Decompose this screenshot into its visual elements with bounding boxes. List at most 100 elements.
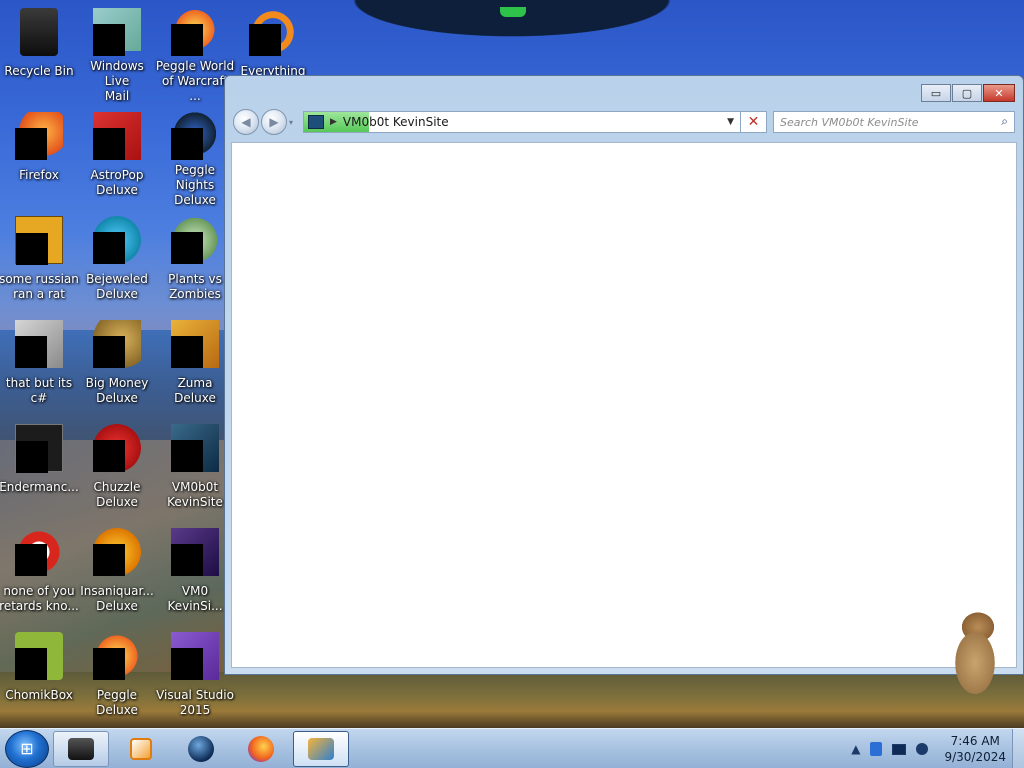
desktop-icon-plants-vs-zombies[interactable]: Plants vs Zombies bbox=[156, 212, 234, 312]
desktop-icon-label: Endermanc... bbox=[0, 480, 79, 494]
recent-pages-dropdown[interactable]: ▾ bbox=[289, 118, 301, 127]
desktop-icon-vm0b0t-kevinsite[interactable]: VM0b0t KevinSite bbox=[156, 420, 234, 520]
hamster-gadget[interactable] bbox=[940, 605, 1010, 707]
redaction-mask bbox=[16, 233, 48, 265]
desktop-icon-some-russian-ran-a-rat[interactable]: some russian ran a rat bbox=[0, 212, 79, 312]
desktop-icon-endermanc[interactable]: Endermanc... bbox=[0, 420, 79, 520]
back-button[interactable]: ◀ bbox=[233, 109, 259, 135]
redaction-mask bbox=[93, 24, 125, 56]
redaction-mask bbox=[93, 440, 125, 472]
desktop-icon-label: Plants vs Zombies bbox=[168, 272, 222, 301]
redaction-mask bbox=[171, 128, 203, 160]
redaction-mask bbox=[93, 336, 125, 368]
redaction-mask bbox=[15, 544, 47, 576]
volume-icon[interactable] bbox=[916, 743, 929, 755]
show-desktop-button[interactable] bbox=[1012, 729, 1024, 768]
vm-icon bbox=[171, 424, 219, 472]
firefox-icon bbox=[248, 735, 274, 762]
desktop-icon-zuma[interactable]: Zuma Deluxe bbox=[156, 316, 234, 416]
redaction-mask bbox=[249, 24, 281, 56]
redaction-mask bbox=[93, 232, 125, 264]
redaction-mask bbox=[15, 648, 47, 680]
forward-arrow-icon: ▶ bbox=[269, 115, 279, 129]
forward-button[interactable]: ▶ bbox=[261, 109, 287, 135]
desktop-icon-visual-studio-2015[interactable]: Visual Studio 2015 bbox=[156, 628, 234, 728]
desktop-icon-peggle-world-of-warcraft[interactable]: Peggle World of Warcraft ... bbox=[156, 4, 234, 104]
chomikbox-icon bbox=[15, 632, 63, 680]
search-box[interactable]: ⌕ bbox=[773, 111, 1015, 133]
mail-icon bbox=[93, 8, 141, 56]
redaction-mask bbox=[15, 336, 47, 368]
desktop-icon-peggle-deluxe[interactable]: Peggle Deluxe bbox=[78, 628, 156, 728]
desktop-icon-astropop[interactable]: AstroPop Deluxe bbox=[78, 108, 156, 208]
desktop-icon-bejeweled[interactable]: Bejeweled Deluxe bbox=[78, 212, 156, 312]
search-icon[interactable]: ⌕ bbox=[1001, 114, 1008, 129]
desktop-icon-label: Big Money Deluxe bbox=[85, 376, 149, 405]
close-button[interactable]: ✕ bbox=[983, 84, 1015, 102]
redaction-mask bbox=[171, 232, 203, 264]
show-hidden-icons-button[interactable]: ▲ bbox=[851, 742, 860, 756]
desktop-icon-label: VM0 KevinSi... bbox=[167, 584, 223, 613]
clock-date: 9/30/2024 bbox=[944, 750, 1006, 764]
desktop-icon-label: Peggle Deluxe bbox=[96, 688, 138, 717]
search-input[interactable] bbox=[774, 115, 984, 129]
explorer-window[interactable]: ▭ ▢ ✕ ◀ ▶ ▾ ▶ VM0b0t KevinSite ▼ ✕ ⌕ bbox=[224, 75, 1024, 675]
file-stack-icon bbox=[15, 320, 63, 368]
desktop-icon-vm0-kevinsite[interactable]: VM0 KevinSi... bbox=[156, 524, 234, 624]
redaction-mask bbox=[16, 441, 48, 473]
desktop-icon-big-money[interactable]: Big Money Deluxe bbox=[78, 316, 156, 416]
taskbar: ⊞ ▲ 7:46 AM 9/30/2024 bbox=[0, 728, 1024, 768]
desktop-icon-chomikbox[interactable]: ChomikBox bbox=[0, 628, 78, 728]
redaction-mask bbox=[93, 128, 125, 160]
stop-button[interactable]: ✕ bbox=[741, 111, 767, 133]
maximize-button[interactable]: ▢ bbox=[952, 84, 982, 102]
opera-icon bbox=[15, 528, 63, 576]
desktop-icon-windows-live-mail[interactable]: Windows Live Mail bbox=[78, 4, 156, 104]
desktop-icon-firefox[interactable]: Firefox bbox=[0, 108, 78, 208]
desktop-icon-label: Peggle World of Warcraft ... bbox=[155, 59, 235, 103]
desktop-icon-label: AstroPop Deluxe bbox=[90, 168, 144, 197]
security-icon[interactable] bbox=[870, 742, 883, 756]
clock[interactable]: 7:46 AM 9/30/2024 bbox=[944, 733, 1006, 765]
windows-logo-icon: ⊞ bbox=[20, 739, 34, 758]
address-bar[interactable]: ▶ VM0b0t KevinSite ▼ bbox=[303, 111, 741, 133]
start-button[interactable]: ⊞ bbox=[5, 729, 49, 768]
media-player-icon bbox=[130, 737, 152, 760]
everything-search-icon bbox=[249, 8, 297, 56]
breadcrumb-current[interactable]: VM0b0t KevinSite bbox=[343, 115, 449, 129]
address-dropdown-icon[interactable]: ▼ bbox=[727, 117, 734, 127]
taskbar-firefox-button[interactable] bbox=[233, 731, 289, 767]
insaniquarium-icon bbox=[93, 528, 141, 576]
minimize-button[interactable]: ▭ bbox=[921, 84, 951, 102]
explorer-window-icon bbox=[308, 737, 334, 760]
content-pane[interactable] bbox=[231, 142, 1017, 668]
taskbar-globe-button[interactable] bbox=[173, 731, 229, 767]
redaction-mask bbox=[171, 544, 203, 576]
navigation-row: ◀ ▶ ▾ ▶ VM0b0t KevinSite ▼ ✕ ⌕ bbox=[233, 108, 1015, 136]
breadcrumb-chevron-icon[interactable]: ▶ bbox=[330, 117, 337, 127]
astropop-icon bbox=[93, 112, 141, 160]
chuzzle-icon bbox=[93, 424, 141, 472]
taskbar-explorer-window-button[interactable] bbox=[293, 730, 349, 767]
desktop-icon-label: Zuma Deluxe bbox=[174, 376, 216, 405]
console-icon bbox=[15, 424, 63, 473]
desktop-icon-label: VM0b0t KevinSite bbox=[167, 480, 223, 509]
desktop-icon-peggle-nights[interactable]: Peggle Nights Deluxe bbox=[156, 108, 234, 208]
desktop-icon-label: Chuzzle Deluxe bbox=[93, 480, 141, 509]
location-icon bbox=[308, 115, 324, 129]
recycle-bin-icon bbox=[20, 8, 58, 56]
desktop-icon-label: that but its c# bbox=[5, 376, 73, 405]
globe-icon bbox=[188, 735, 214, 762]
desktop-icon-insaniquarium[interactable]: Insaniquar... Deluxe bbox=[78, 524, 156, 624]
taskbar-explorer-button[interactable] bbox=[53, 730, 109, 767]
desktop-icon-none-of-you[interactable]: none of you retards kno... bbox=[0, 524, 79, 624]
desktop-icon-recycle-bin[interactable]: Recycle Bin bbox=[0, 4, 78, 104]
desktop-icon-label: Recycle Bin bbox=[4, 64, 74, 78]
redaction-mask bbox=[171, 336, 203, 368]
taskbar-media-player-button[interactable] bbox=[113, 731, 169, 767]
vm-icon bbox=[171, 528, 219, 576]
desktop-icon-chuzzle[interactable]: Chuzzle Deluxe bbox=[78, 420, 156, 520]
desktop-icon-that-but-its-csharp[interactable]: that but its c# bbox=[0, 316, 78, 416]
redaction-mask bbox=[171, 440, 203, 472]
network-icon[interactable] bbox=[892, 743, 907, 755]
